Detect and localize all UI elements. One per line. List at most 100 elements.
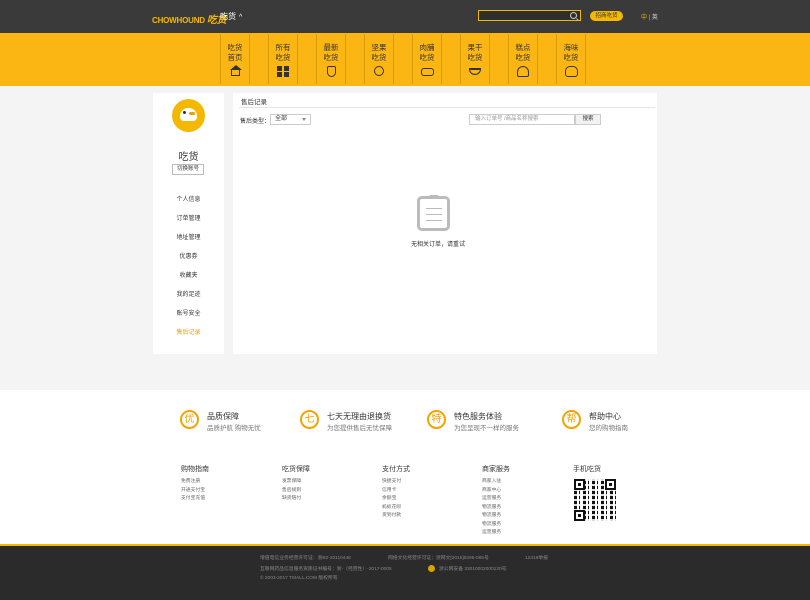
nav-line2: 吃货 bbox=[563, 53, 579, 62]
nav-item-meat[interactable]: 肉脯 吃货 bbox=[412, 34, 442, 84]
avatar[interactable] bbox=[172, 99, 205, 132]
footer-link[interactable]: 货到付款 bbox=[382, 512, 410, 521]
switch-account-button[interactable]: 切换账号 bbox=[172, 164, 204, 175]
footer-link[interactable]: 发票保障 bbox=[282, 478, 310, 487]
empty-message: 无相关订单，请重试 bbox=[411, 242, 466, 248]
footer-link[interactable]: 免费注册 bbox=[181, 478, 209, 487]
footer-col-mobile: 手机吃货 bbox=[573, 464, 601, 478]
nav-item-seafood[interactable]: 海味 吃货 bbox=[556, 34, 586, 84]
footer-link[interactable]: 运营服务 bbox=[482, 495, 510, 504]
footer-link[interactable]: 支付宝充值 bbox=[181, 495, 209, 504]
quality-icon: 优 bbox=[180, 410, 199, 429]
nav-line1: 海味 bbox=[563, 43, 579, 52]
footer-link[interactable]: 余额宝 bbox=[382, 495, 410, 504]
new-badge-icon bbox=[326, 66, 336, 77]
logo[interactable]: CHOWHOUND 吃货 bbox=[152, 11, 227, 26]
footer-link[interactable]: 商家中心 bbox=[482, 487, 510, 496]
username: 吃货 bbox=[178, 152, 199, 163]
language-switch: 中 | 英 bbox=[641, 12, 658, 21]
footer-col-title: 支付方式 bbox=[382, 466, 410, 473]
nav-line1: 坚果 bbox=[371, 43, 387, 52]
nav-line1: 吃货 bbox=[227, 43, 243, 52]
chevron-up-icon: ^ bbox=[239, 14, 243, 21]
nav-line1: 果干 bbox=[467, 43, 483, 52]
site-switcher[interactable]: 吃货 ^ bbox=[220, 11, 242, 22]
nav-item-cake[interactable]: 糕点 吃货 bbox=[508, 34, 538, 84]
footer-link[interactable]: 开通支付宝 bbox=[181, 487, 209, 496]
nav-line2: 吃货 bbox=[467, 53, 483, 62]
menu-item-after-sales[interactable]: 售后记录 bbox=[153, 328, 224, 347]
cake-icon bbox=[517, 66, 529, 77]
nav-item-all[interactable]: 所有 吃货 bbox=[268, 34, 298, 84]
nav-line2: 吃货 bbox=[371, 53, 387, 62]
menu-item-security[interactable]: 账号安全 bbox=[153, 309, 224, 328]
footer-link[interactable]: 售后规则 bbox=[282, 487, 310, 496]
footer-col-title: 吃货保障 bbox=[282, 466, 310, 473]
meat-icon bbox=[420, 68, 434, 76]
footer-link[interactable]: 信用卡 bbox=[382, 487, 410, 496]
type-filter-select[interactable]: 全部 bbox=[270, 114, 311, 125]
site-name: 吃货 bbox=[220, 12, 236, 21]
license-drug: 互联网药品信息服务资质证书编号：浙-（经营性）-2017-0005 bbox=[260, 567, 392, 572]
account-menu: 个人信息 订单管理 地址管理 优惠券 收藏夹 我的足迹 账号安全 售后记录 bbox=[153, 195, 224, 347]
nav-line2: 吃货 bbox=[323, 53, 339, 62]
license-culture: 网络文化经营许可证：浙网文[2015]0295-065号 bbox=[388, 556, 489, 561]
license-police: 浙公网安备 33010002000120号 bbox=[439, 567, 507, 572]
menu-item-footprints[interactable]: 我的足迹 bbox=[153, 290, 224, 309]
service-title: 品质保障 bbox=[207, 412, 239, 421]
copyright: © 2003-2017 TMALL.COM 版权所有 bbox=[260, 576, 338, 581]
seven-days-icon: 七 bbox=[300, 410, 319, 429]
footer-col-merchant: 商家服务 商家入驻 商家中心 运营服务 物流服务 物流服务 物流服务 运营服务 bbox=[482, 464, 510, 538]
footer-link[interactable]: 运营服务 bbox=[482, 529, 510, 538]
service-footer: 优 品质保障 品质护航 购物无忧 七 七天无理由退换货 为您提供售后无忧保障 特… bbox=[0, 390, 810, 544]
logo-text: CHOWHOUND bbox=[152, 16, 205, 25]
footer-link[interactable]: 物流服务 bbox=[482, 521, 510, 530]
service-title: 帮助中心 bbox=[589, 412, 621, 421]
nav-item-new[interactable]: 最新 吃货 bbox=[316, 34, 346, 84]
type-filter-value: 全部 bbox=[275, 116, 288, 122]
search-icon[interactable] bbox=[570, 12, 577, 19]
report-link[interactable]: 12318举报 bbox=[525, 554, 548, 561]
menu-item-coupons[interactable]: 优惠券 bbox=[153, 252, 224, 271]
top-search-input[interactable] bbox=[478, 10, 581, 21]
nut-icon bbox=[374, 66, 384, 76]
chevron-down-icon bbox=[302, 118, 306, 121]
merchant-join-button[interactable]: 招商吃货 bbox=[590, 11, 623, 21]
footer-link[interactable]: 物流服务 bbox=[482, 504, 510, 513]
service-title: 七天无理由退换货 bbox=[327, 412, 391, 421]
footer-link[interactable]: 快捷支付 bbox=[382, 478, 410, 487]
lang-english[interactable]: 英 bbox=[652, 15, 658, 21]
nav-item-home[interactable]: 吃货 首页 bbox=[220, 34, 250, 84]
menu-item-favorites[interactable]: 收藏夹 bbox=[153, 271, 224, 290]
footer-link[interactable]: 商家入驻 bbox=[482, 478, 510, 487]
service-title: 特色服务体验 bbox=[454, 412, 502, 421]
nav-item-dried-fruit[interactable]: 果干 吃货 bbox=[460, 34, 490, 84]
menu-item-address[interactable]: 地址管理 bbox=[153, 233, 224, 252]
title-divider bbox=[239, 107, 655, 108]
order-search-input[interactable]: 输入订单号 /商品名称搜索 bbox=[469, 114, 575, 125]
footer-col-guarantee: 吃货保障 发票保障 售后规则 缺货赔付 bbox=[282, 464, 310, 504]
nav-item-nuts[interactable]: 坚果 吃货 bbox=[364, 34, 394, 84]
lang-separator: | bbox=[648, 15, 651, 21]
footer-link[interactable]: 缺货赔付 bbox=[282, 495, 310, 504]
footer-link[interactable]: 物流服务 bbox=[482, 512, 510, 521]
nav-line1: 最新 bbox=[323, 43, 339, 52]
after-sales-panel: 售后记录 售后类型： 全部 输入订单号 /商品名称搜索 搜索 无相关订单，请重试 bbox=[233, 93, 657, 354]
account-sidebar: 吃货 切换账号 个人信息 订单管理 地址管理 优惠券 收藏夹 我的足迹 账号安全… bbox=[153, 93, 224, 354]
nav-line2: 吃货 bbox=[275, 53, 291, 62]
service-subtitle: 您的购物指南 bbox=[589, 425, 628, 432]
help-icon: 帮 bbox=[562, 410, 581, 429]
menu-item-profile[interactable]: 个人信息 bbox=[153, 195, 224, 214]
service-subtitle: 为您呈现不一样的服务 bbox=[454, 425, 519, 432]
qr-code bbox=[574, 479, 616, 521]
type-filter-label: 售后类型： bbox=[240, 119, 271, 125]
special-icon: 特 bbox=[427, 410, 446, 429]
lang-chinese[interactable]: 中 bbox=[641, 15, 647, 21]
category-nav: 吃货 首页 所有 吃货 最新 吃货 坚果 吃货 肉脯 吃货 果干 吃货 糕点 吃… bbox=[0, 33, 810, 86]
footer-link[interactable]: 蚂蚁花呗 bbox=[382, 504, 410, 513]
search-button[interactable]: 搜索 bbox=[575, 114, 601, 125]
menu-item-orders[interactable]: 订单管理 bbox=[153, 214, 224, 233]
footer-col-payment: 支付方式 快捷支付 信用卡 余额宝 蚂蚁花呗 货到付款 bbox=[382, 464, 410, 521]
top-bar: CHOWHOUND 吃货 吃货 ^ 招商吃货 中 | 英 bbox=[0, 0, 810, 33]
service-subtitle: 为您提供售后无忧保障 bbox=[327, 425, 392, 432]
